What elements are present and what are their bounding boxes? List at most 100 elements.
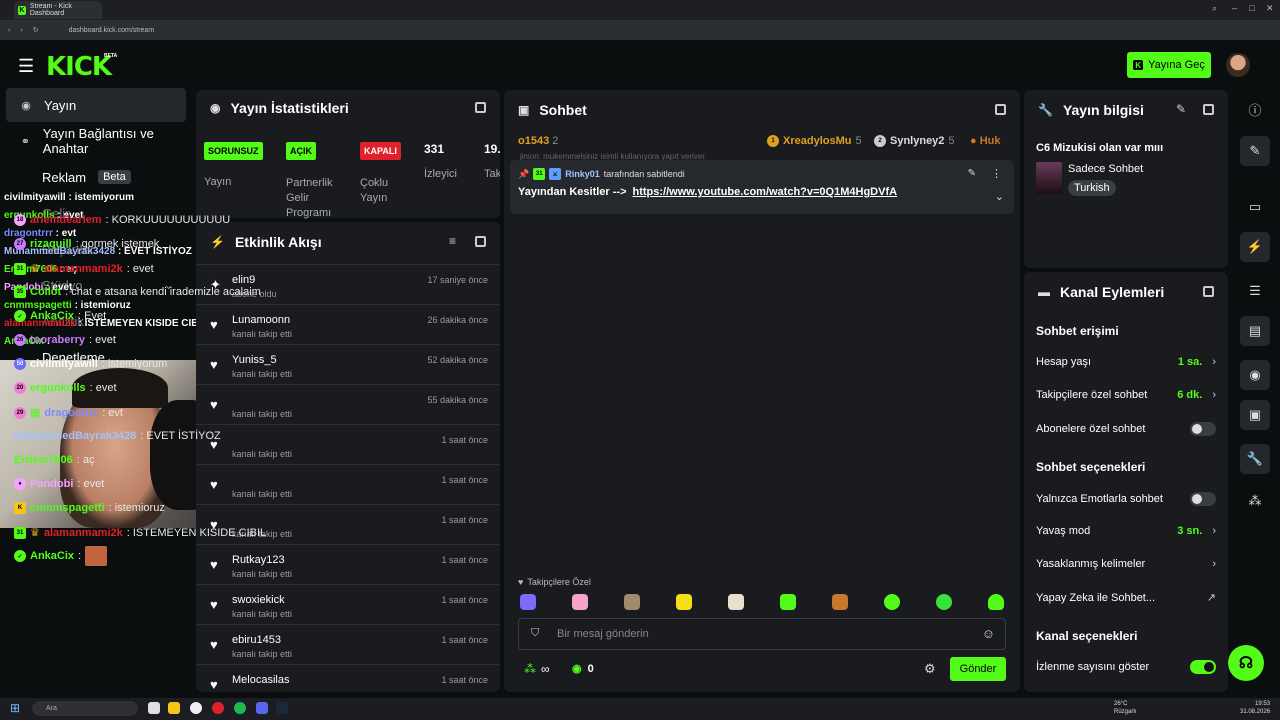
chat-message[interactable]: 27 rizaquill: gormek istemek	[14, 238, 159, 250]
discord-icon[interactable]	[256, 702, 268, 714]
chat-username[interactable]: MuhammedBayrak3428	[14, 430, 136, 442]
opera-icon[interactable]	[212, 702, 224, 714]
emote-7-icon[interactable]	[832, 594, 848, 610]
pinned-link[interactable]: https://www.youtube.com/watch?v=0Q1M4HgD…	[633, 186, 898, 198]
emote-2-icon[interactable]	[572, 594, 588, 610]
slow-mode-setting[interactable]: Yavaş mod 3 sn. ›	[1036, 525, 1216, 537]
chat-message[interactable]: ✓ AnkaCix:	[14, 546, 108, 566]
activity-item[interactable]: ♥ Melocasilas 1 saat önce	[196, 664, 500, 692]
activity-item[interactable]: ♥ Rutkay123 kanalı takip etti 1 saat önc…	[196, 544, 500, 584]
back-icon[interactable]: ‹	[8, 27, 10, 34]
subscribers-chat-setting[interactable]: Abonelere özel sohbet	[1036, 422, 1216, 436]
activity-item[interactable]: ♥ kanalı takip etti 1 saat önce	[196, 424, 500, 464]
video-icon[interactable]: ▭	[1240, 192, 1270, 222]
close-icon[interactable]: ✕	[1266, 3, 1274, 14]
chat-username[interactable]: dragontrrr	[44, 407, 98, 419]
chat-message[interactable]: 18 arlemdearlem: KORKUUUUUUUUUUU	[14, 214, 230, 226]
language-tag[interactable]: Turkish	[1068, 180, 1116, 196]
followers-chat-setting[interactable]: Takipçilere özel sohbet 6 dk. ›	[1036, 389, 1216, 401]
chat-message[interactable]: ✓ AnkaCix: Evet	[14, 310, 106, 322]
chat-message[interactable]: 31 ♛ alamanmami2k: ISTEMEYEN KISIDE CIBIL	[14, 526, 266, 539]
chat-message[interactable]: MuhammedBayrak3428: EVET İSTİYOZ	[14, 430, 221, 442]
show-viewers-setting[interactable]: İzlenme sayısını göster	[1036, 660, 1216, 674]
emote-3-icon[interactable]	[624, 594, 640, 610]
chat-username[interactable]: ergunkolls	[30, 382, 86, 394]
app-icon[interactable]	[190, 702, 202, 714]
chat-message[interactable]: Erdem7606: aç	[14, 454, 94, 466]
save-icon[interactable]: ▣	[1240, 400, 1270, 430]
chat-message[interactable]: 29 ▦ dragontrrr: evt	[14, 406, 123, 419]
leaderboard-item[interactable]: 1 XreadylosMu 5	[767, 135, 862, 147]
leaderboard-item[interactable]: o1543 2	[518, 135, 558, 147]
kicks-balance[interactable]: ◉ 0	[572, 662, 594, 676]
subscribers-chat-toggle[interactable]	[1190, 422, 1216, 436]
forward-icon[interactable]: ›	[20, 27, 22, 34]
activity-item[interactable]: ♥ kanalı takip etti 1 saat önce	[196, 464, 500, 504]
chat-message[interactable]: Kcnmmspagetti: istemioruz	[14, 502, 165, 514]
more-options-icon[interactable]: ⋮	[991, 167, 1002, 180]
chat-username[interactable]: Pandobi	[30, 478, 73, 490]
maximize-icon[interactable]: □	[1249, 3, 1254, 13]
emote-9-icon[interactable]	[936, 594, 952, 610]
leaderboard-item[interactable]: 2 Synlyney2 5	[874, 135, 955, 147]
sidebar-item-stream-key[interactable]: ⚭ Yayın Bağlantısı ve Anahtar	[6, 124, 186, 158]
activity-item[interactable]: ♥ swoxiekick kanalı takip etti 1 saat ön…	[196, 584, 500, 624]
emote-8-icon[interactable]	[884, 594, 900, 610]
emote-4-icon[interactable]	[676, 594, 692, 610]
emote-1-icon[interactable]	[520, 594, 536, 610]
edit-icon[interactable]: ✎	[1176, 102, 1186, 116]
task-view-icon[interactable]	[148, 702, 160, 714]
clock[interactable]: 19:53 31.08.2026	[1240, 700, 1270, 716]
expand-icon[interactable]	[995, 104, 1006, 115]
play-circle-icon[interactable]: ◉	[1240, 360, 1270, 390]
filter-icon[interactable]: ≡	[449, 234, 456, 248]
minimize-icon[interactable]: –	[1232, 3, 1237, 13]
channel-points[interactable]: ⁂ ∞	[524, 662, 550, 676]
activity-item[interactable]: ♥ kanalı takip etti 55 dakika önce	[196, 384, 500, 424]
chat-username[interactable]: AnkaCix	[30, 310, 74, 322]
chat-username[interactable]: Collot	[30, 286, 61, 298]
search-icon[interactable]: ⌕	[1212, 3, 1217, 14]
spotify-icon[interactable]	[234, 702, 246, 714]
expand-icon[interactable]	[475, 102, 486, 113]
account-age-setting[interactable]: Hesap yaşı 1 sa. ›	[1036, 356, 1216, 368]
emote-10-icon[interactable]	[988, 594, 1004, 610]
kick-logo[interactable]: KICK	[46, 52, 112, 82]
sidebar-item-ads[interactable]: Reklam Beta	[6, 160, 186, 194]
chat-username[interactable]: arlemdearlem	[30, 214, 102, 226]
points-icon[interactable]: ⁂	[1240, 486, 1270, 516]
chat-message[interactable]: ♦ Pandobi: evet	[14, 478, 104, 490]
wrench-icon[interactable]: 🔧	[1240, 444, 1270, 474]
activity-item[interactable]: ♥ ebiru1453 kanalı takip etti 1 saat önc…	[196, 624, 500, 664]
settings-gear-icon[interactable]: ⚙	[924, 661, 936, 677]
weather-widget[interactable]: 26°C Rüzgarlı	[1114, 700, 1136, 716]
activity-item[interactable]: ✦ elin9 abone oldu 17 saniye önce	[196, 264, 500, 304]
go-live-button[interactable]: K Yayına Geç	[1127, 52, 1211, 78]
expand-icon[interactable]	[475, 236, 486, 247]
chat-message[interactable]: 35 Collot: chat e atsana kendi irademizle…	[14, 286, 261, 298]
unpin-icon[interactable]: ✎	[968, 168, 976, 179]
lightning-icon[interactable]: ⚡	[1240, 232, 1270, 262]
banned-words-setting[interactable]: Yasaklanmış kelimeler ›	[1036, 558, 1216, 570]
support-headset-icon[interactable]: ☊	[1228, 645, 1264, 681]
emoji-icon[interactable]: ☺	[982, 626, 995, 641]
menu-icon[interactable]: ☰	[18, 56, 34, 77]
leaderboard-item[interactable]: ● Huk	[970, 135, 1006, 147]
activity-item[interactable]: ♥ Yuniss_5 kanalı takip etti 52 dakika ö…	[196, 344, 500, 384]
chat-username[interactable]: alamanmami2k	[44, 527, 123, 539]
emote-only-toggle[interactable]	[1190, 492, 1216, 506]
chat-username[interactable]: alamanmami2k	[44, 263, 123, 275]
windows-start-icon[interactable]: ⊞	[10, 701, 20, 715]
category-name[interactable]: Sadece Sohbet	[1068, 163, 1143, 175]
pinned-message[interactable]: 📌 31 ⚔ Rinky01 tarafından sabitlendi Yay…	[510, 160, 1014, 214]
emote-6-icon[interactable]	[780, 594, 796, 610]
browser-tab[interactable]: K Stream - Kick Dashboard	[14, 1, 102, 19]
info-icon[interactable]: ⓘ	[1240, 94, 1270, 124]
activity-item[interactable]: ♥ Lunamoonn kanalı takip etti 26 dakika …	[196, 304, 500, 344]
chat-username[interactable]: cnmmspagetti	[30, 502, 105, 514]
chevron-down-icon[interactable]: ⌄	[995, 190, 1004, 203]
send-button[interactable]: Gönder	[950, 657, 1006, 681]
ai-chat-setting[interactable]: Yapay Zeka ile Sohbet... ↗	[1036, 591, 1216, 605]
chat-username[interactable]: civilmityawill	[30, 358, 98, 370]
chat-username[interactable]: AnkaCix	[30, 550, 74, 562]
